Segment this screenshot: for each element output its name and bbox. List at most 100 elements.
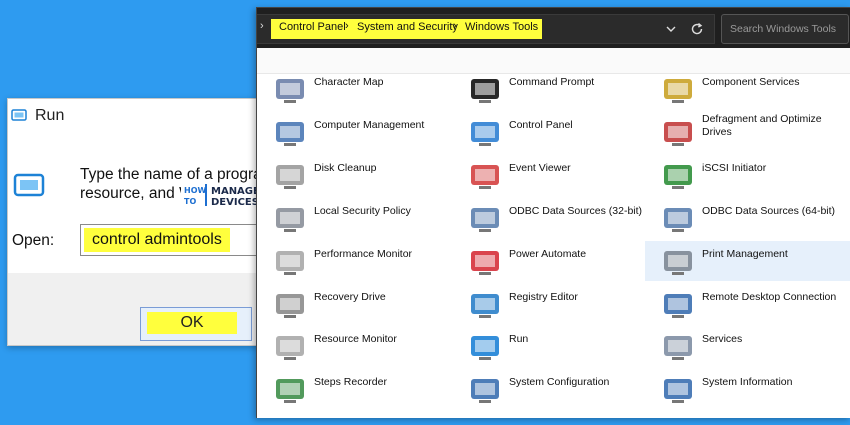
tool-item-label: Resource Monitor	[314, 333, 397, 345]
tool-item-label: Command Prompt	[509, 76, 595, 88]
run-footer: OK	[8, 273, 266, 345]
tool-item-label: Recovery Drive	[314, 291, 386, 303]
tool-item[interactable]: Services	[645, 326, 850, 366]
tool-item[interactable]: Print Management	[645, 241, 850, 281]
logo-to: TO	[184, 197, 196, 206]
tool-item-label: Event Viewer	[509, 162, 571, 174]
tool-item[interactable]: Event Viewer	[452, 155, 645, 195]
control-panel-icon	[471, 122, 499, 146]
run-program-icon	[13, 173, 45, 197]
tool-item-label: Performance Monitor	[314, 248, 413, 260]
tool-item[interactable]: System Configuration	[452, 369, 645, 409]
run-dialog-title: Run	[35, 107, 65, 124]
tool-item-label: Defragment and Optimize Drives	[702, 113, 822, 138]
breadcrumb-windows-tools[interactable]: Windows Tools	[465, 21, 538, 33]
resource-monitor-icon	[276, 336, 304, 360]
refresh-icon[interactable]	[687, 19, 707, 39]
ok-button[interactable]: OK	[140, 307, 252, 341]
event-viewer-icon	[471, 165, 499, 189]
search-placeholder: Search Windows Tools	[730, 23, 837, 35]
odbc-64-icon	[664, 208, 692, 232]
tool-item[interactable]: ODBC Data Sources (32-bit)	[452, 198, 645, 238]
tool-item-label: iSCSI Initiator	[702, 162, 767, 174]
tool-item-label: Remote Desktop Connection	[702, 291, 837, 303]
tool-item-label: Local Security Policy	[314, 205, 411, 217]
steps-recorder-icon	[276, 379, 304, 403]
tool-item-label: ODBC Data Sources (32-bit)	[509, 205, 643, 217]
iscsi-initiator-icon	[664, 165, 692, 189]
tool-item[interactable]: Computer Management	[257, 112, 452, 152]
windows-tools-window: › Control Panel › System and Security › …	[256, 7, 850, 418]
character-map-icon	[276, 79, 304, 103]
tool-item[interactable]: Resource Monitor	[257, 326, 452, 366]
services-icon	[664, 336, 692, 360]
tool-item[interactable]: Component Services	[645, 69, 850, 109]
computer-management-icon	[276, 122, 304, 146]
run-app-icon	[11, 109, 27, 121]
explorer-toolbar: › Control Panel › System and Security › …	[257, 8, 850, 48]
tool-item[interactable]: System Information	[645, 369, 850, 409]
run-dialog: Run Type the name of a progra resource, …	[7, 98, 267, 346]
breadcrumb-system-and-security[interactable]: System and Security	[357, 21, 458, 33]
tool-item-label: Steps Recorder	[314, 376, 387, 388]
tool-item-label: Run	[509, 333, 529, 345]
tool-item[interactable]: Recovery Drive	[257, 284, 452, 324]
address-chevron-icon[interactable]: ›	[260, 20, 264, 32]
search-box[interactable]: Search Windows Tools	[721, 14, 849, 44]
tool-item-label: Services	[702, 333, 743, 345]
logo-devices: DEVICES	[211, 197, 259, 207]
tool-item[interactable]: ODBC Data Sources (64-bit)	[645, 198, 850, 238]
tool-item-label: Power Automate	[509, 248, 587, 260]
chevron-down-icon[interactable]	[661, 19, 681, 39]
tool-item[interactable]: Local Security Policy	[257, 198, 452, 238]
system-configuration-icon	[471, 379, 499, 403]
run-titlebar: Run	[8, 99, 266, 135]
power-automate-icon	[471, 251, 499, 275]
tool-item[interactable]: Performance Monitor	[257, 241, 452, 281]
logo-manage: MANAGE	[211, 186, 260, 197]
tool-item[interactable]: Command Prompt	[452, 69, 645, 109]
tool-item-label: Character Map	[314, 76, 384, 88]
tool-item[interactable]: iSCSI Initiator	[645, 155, 850, 195]
ok-button-label: OK	[147, 312, 237, 334]
tool-item[interactable]: Character Map	[257, 69, 452, 109]
tool-item-label: ODBC Data Sources (64-bit)	[702, 205, 836, 217]
component-services-icon	[664, 79, 692, 103]
system-information-icon	[664, 379, 692, 403]
defragment-icon	[664, 122, 692, 146]
tool-item[interactable]: Run	[452, 326, 645, 366]
address-bar[interactable]: › Control Panel › System and Security › …	[257, 14, 715, 44]
run-open-input[interactable]: control admintools	[80, 224, 266, 256]
breadcrumb-control-panel[interactable]: Control Panel	[279, 21, 346, 33]
tool-item-label: Registry Editor	[509, 291, 578, 303]
print-management-icon	[664, 251, 692, 275]
run-open-label: Open:	[12, 232, 55, 249]
tool-item-label: Control Panel	[509, 119, 573, 131]
tool-item[interactable]: Registry Editor	[452, 284, 645, 324]
command-prompt-icon	[471, 79, 499, 103]
breadcrumb-separator-icon: ›	[453, 20, 457, 32]
disk-cleanup-icon	[276, 165, 304, 189]
tool-item-label: System Configuration	[509, 376, 610, 388]
tool-item[interactable]: Power Automate	[452, 241, 645, 281]
registry-editor-icon	[471, 294, 499, 318]
logo-how: HOW	[184, 186, 206, 195]
breadcrumb-separator-icon: ›	[345, 20, 349, 32]
tool-item[interactable]: Defragment and Optimize Drives	[645, 112, 850, 152]
tool-item-label: System Information	[702, 376, 793, 388]
tool-item[interactable]: Steps Recorder	[257, 369, 452, 409]
tool-item-label: Component Services	[702, 76, 800, 88]
tool-item[interactable]: Disk Cleanup	[257, 155, 452, 195]
run-icon	[471, 336, 499, 360]
tool-item-label: Disk Cleanup	[314, 162, 377, 174]
performance-monitor-icon	[276, 251, 304, 275]
odbc-32-icon	[471, 208, 499, 232]
local-security-policy-icon	[276, 208, 304, 232]
recovery-drive-icon	[276, 294, 304, 318]
run-open-input-value[interactable]: control admintools	[84, 228, 230, 252]
remote-desktop-icon	[664, 294, 692, 318]
tool-item-label: Print Management	[702, 248, 788, 260]
tool-item[interactable]: Remote Desktop Connection	[645, 284, 850, 324]
tool-item[interactable]: Control Panel	[452, 112, 645, 152]
tool-item-label: Computer Management	[314, 119, 425, 131]
